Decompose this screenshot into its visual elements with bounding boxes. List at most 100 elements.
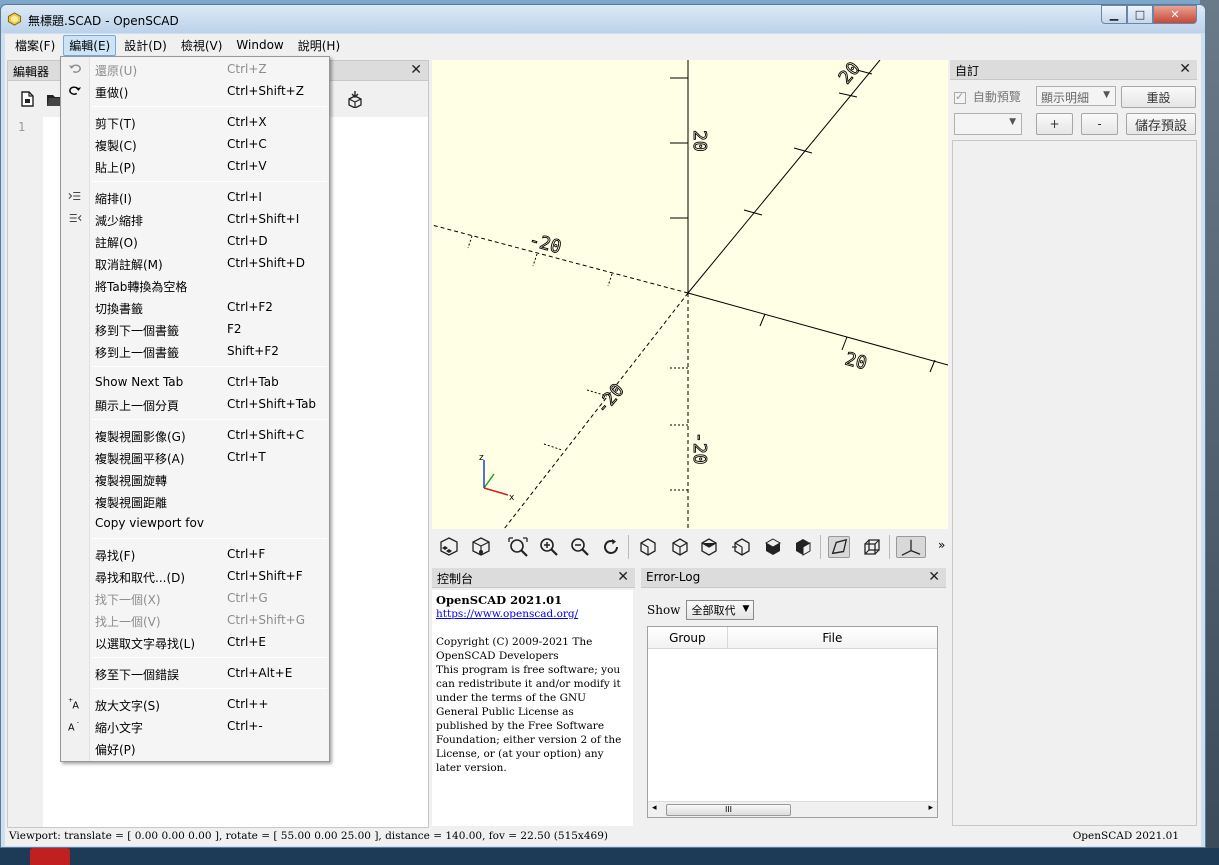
- show-filter-select[interactable]: 全部取代 ▼: [686, 600, 755, 620]
- perspective-icon[interactable]: [828, 536, 850, 558]
- 3d-viewport[interactable]: 20 -20 20 -20 20 -20 z x: [431, 58, 949, 530]
- reset-button[interactable]: 重設: [1121, 86, 1196, 108]
- scroll-thumb[interactable]: III: [666, 804, 791, 816]
- console-heading: OpenSCAD 2021.01: [436, 593, 563, 607]
- edit-menu-item[interactable]: A + 放大文字(S) Ctrl++: [61, 693, 329, 715]
- menu-edit[interactable]: 編輯(E): [63, 34, 117, 56]
- openscad-link[interactable]: https://www.openscad.org/: [436, 607, 629, 621]
- edit-menu-item[interactable]: 偏好(P): [61, 737, 329, 759]
- toolbar-divider: [889, 535, 890, 559]
- view-front-icon[interactable]: [762, 536, 784, 558]
- edit-menu-item[interactable]: A - 縮小文字 Ctrl+-: [61, 715, 329, 737]
- view-back-icon[interactable]: [792, 536, 814, 558]
- menu-help[interactable]: 說明(H): [292, 35, 346, 56]
- maximize-button[interactable]: □: [1127, 5, 1153, 24]
- editor-title: 編輯器: [13, 65, 50, 79]
- window-title: 無標題.SCAD - OpenSCAD: [28, 14, 179, 28]
- chevron-down-icon: ▼: [742, 604, 750, 614]
- menu-item-shortcut: Ctrl+F: [227, 547, 266, 561]
- render-icon[interactable]: [470, 536, 492, 558]
- edit-menu-item[interactable]: 尋找(F) Ctrl+F: [61, 543, 329, 565]
- edit-menu-item[interactable]: Show Next Tab Ctrl+Tab: [61, 371, 329, 393]
- menu-window[interactable]: Window: [230, 36, 289, 54]
- menu-item-label: 複製視圖平移(A): [95, 452, 185, 466]
- menu-item-shortcut: Ctrl+V: [227, 159, 267, 173]
- menu-file[interactable]: 檔案(F): [9, 35, 61, 56]
- menu-item-shortcut: Ctrl+C: [227, 137, 267, 151]
- preset-select[interactable]: ▼: [954, 113, 1022, 135]
- scroll-left-icon[interactable]: ◂: [652, 803, 657, 813]
- edit-menu-item[interactable]: 尋找和取代...(D) Ctrl+Shift+F: [61, 565, 329, 587]
- edit-menu-item[interactable]: 複製視圖距離: [61, 490, 329, 512]
- view-all-icon[interactable]: [507, 536, 529, 558]
- error-log-dock-title[interactable]: Error-Log ✕: [641, 568, 946, 588]
- new-file-icon[interactable]: [18, 90, 36, 108]
- console-close-icon[interactable]: ✕: [617, 569, 629, 585]
- zoom-out-icon[interactable]: [569, 536, 591, 558]
- menu-item-shortcut: F2: [227, 322, 242, 336]
- chevron-down-icon: ▼: [1103, 90, 1110, 100]
- edit-menu-item[interactable]: 移至下一個錯誤 Ctrl+Alt+E: [61, 662, 329, 684]
- column-header-group[interactable]: Group: [648, 627, 728, 648]
- customizer-dock-title[interactable]: 自訂 ✕: [950, 60, 1197, 80]
- menu-separator: [92, 366, 327, 367]
- edit-menu-item[interactable]: 移到上一個書籤 Shift+F2: [61, 340, 329, 362]
- add-preset-button[interactable]: +: [1036, 113, 1073, 135]
- view-bottom-icon[interactable]: [698, 536, 720, 558]
- edit-menu-item[interactable]: 貼上(P) Ctrl+V: [61, 155, 329, 177]
- view-right-icon[interactable]: [637, 536, 659, 558]
- scroll-right-icon[interactable]: ▸: [928, 803, 933, 813]
- edit-menu-item[interactable]: 切換書籤 Ctrl+F2: [61, 296, 329, 318]
- menu-item-shortcut: Ctrl+Shift+G: [227, 613, 306, 627]
- error-log-title: Error-Log: [646, 570, 701, 584]
- edit-menu-item[interactable]: 複製視圖影像(G) Ctrl+Shift+C: [61, 424, 329, 446]
- edit-menu-item[interactable]: 剪下(T) Ctrl+X: [61, 111, 329, 133]
- menu-design[interactable]: 設計(D): [118, 35, 173, 56]
- edit-menu-item[interactable]: 移到下一個書籤 F2: [61, 318, 329, 340]
- column-header-file[interactable]: File: [728, 627, 937, 648]
- error-log-close-icon[interactable]: ✕: [928, 569, 940, 585]
- show-axes-icon[interactable]: [896, 536, 926, 558]
- edit-menu-item: 還原(U) Ctrl+Z: [61, 58, 329, 80]
- console-output[interactable]: OpenSCAD 2021.01 https://www.openscad.or…: [432, 590, 633, 826]
- edit-menu-item[interactable]: 減少縮排 Ctrl+Shift+I: [61, 208, 329, 230]
- menu-item-shortcut: Ctrl+X: [227, 115, 267, 129]
- edit-menu-item[interactable]: 取消註解(M) Ctrl+Shift+D: [61, 252, 329, 274]
- editor-close-icon[interactable]: ✕: [410, 62, 422, 78]
- toolbar-overflow-icon[interactable]: »: [938, 538, 945, 552]
- edit-menu-item[interactable]: 複製視圖旋轉: [61, 468, 329, 490]
- edit-menu-item[interactable]: 註解(O) Ctrl+D: [61, 230, 329, 252]
- menu-view[interactable]: 檢視(V): [175, 35, 229, 56]
- view-left-icon[interactable]: [731, 536, 753, 558]
- customizer-close-icon[interactable]: ✕: [1179, 61, 1191, 77]
- edit-menu-item[interactable]: 複製視圖平移(A) Ctrl+T: [61, 446, 329, 468]
- view-top-icon[interactable]: [669, 536, 691, 558]
- menu-item-shortcut: Ctrl+F2: [227, 300, 273, 314]
- customizer-parameters: [952, 140, 1197, 826]
- save-preset-button[interactable]: 儲存預設: [1126, 113, 1196, 135]
- edit-menu-item[interactable]: 以選取文字尋找(L) Ctrl+E: [61, 631, 329, 653]
- horizontal-scrollbar[interactable]: ◂ III ▸: [648, 801, 937, 817]
- edit-menu-item[interactable]: 顯示上一個分頁 Ctrl+Shift+Tab: [61, 393, 329, 415]
- minimize-button[interactable]: ▁: [1101, 5, 1127, 24]
- auto-preview-checkbox[interactable]: [954, 90, 966, 104]
- detail-select[interactable]: 顯示明細 ▼: [1036, 86, 1116, 106]
- taskbar-app-icon[interactable]: [30, 848, 70, 865]
- menu-item-label: 尋找(F): [95, 549, 136, 563]
- edit-menu-item[interactable]: 縮排(I) Ctrl+I: [61, 186, 329, 208]
- reset-view-icon[interactable]: [600, 536, 622, 558]
- title-bar[interactable]: 無標題.SCAD - OpenSCAD ▁ □ ✕: [1, 5, 1205, 33]
- orthogonal-icon[interactable]: [861, 536, 883, 558]
- preview-icon[interactable]: [438, 536, 460, 558]
- remove-preset-button[interactable]: -: [1081, 113, 1118, 135]
- error-table[interactable]: Group File ◂ III ▸: [647, 626, 938, 818]
- close-button[interactable]: ✕: [1153, 5, 1197, 24]
- edit-menu-item[interactable]: 重做() Ctrl+Shift+Z: [61, 80, 329, 102]
- edit-menu-item[interactable]: 將Tab轉換為空格: [61, 274, 329, 296]
- console-dock-title[interactable]: 控制台 ✕: [432, 568, 635, 588]
- zoom-in-icon[interactable]: [538, 536, 560, 558]
- menu-item-shortcut: Ctrl+Shift+D: [227, 256, 305, 270]
- edit-menu-item[interactable]: 複製(C) Ctrl+C: [61, 133, 329, 155]
- export-stl-icon[interactable]: [346, 90, 364, 108]
- edit-menu-item[interactable]: Copy viewport fov: [61, 512, 329, 534]
